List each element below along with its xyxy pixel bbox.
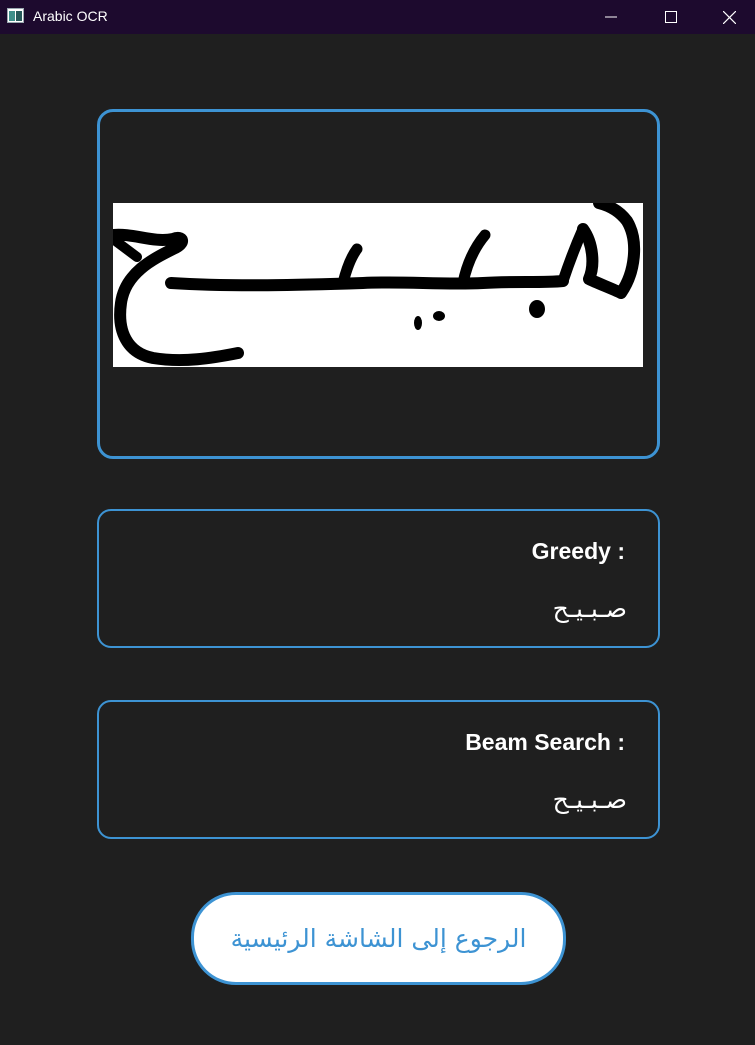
title-bar: Arabic OCR [0,0,755,34]
maximize-button[interactable] [642,0,700,34]
minimize-icon [605,16,617,18]
greedy-result-text: صـبـيـح [552,594,627,623]
beam-search-result-text: صـبـيـح [552,785,627,814]
app-window-icon [7,8,24,23]
close-icon [722,10,736,24]
handwritten-word-image [113,203,643,367]
maximize-icon [665,11,677,23]
beam-search-label: Beam Search : [465,729,625,755]
handwriting-strokes [113,203,641,367]
input-image-panel [97,109,660,459]
back-to-home-button[interactable]: الرجوع إلى الشاشة الرئيسية [191,892,566,985]
close-button[interactable] [700,0,755,34]
minimize-button[interactable] [582,0,640,34]
back-to-home-label: الرجوع إلى الشاشة الرئيسية [230,924,527,953]
window-title: Arabic OCR [33,8,108,24]
beam-search-result-panel: Beam Search : صـبـيـح [97,700,660,839]
greedy-result-panel: Greedy : صـبـيـح [97,509,660,648]
greedy-label: Greedy : [531,538,625,564]
